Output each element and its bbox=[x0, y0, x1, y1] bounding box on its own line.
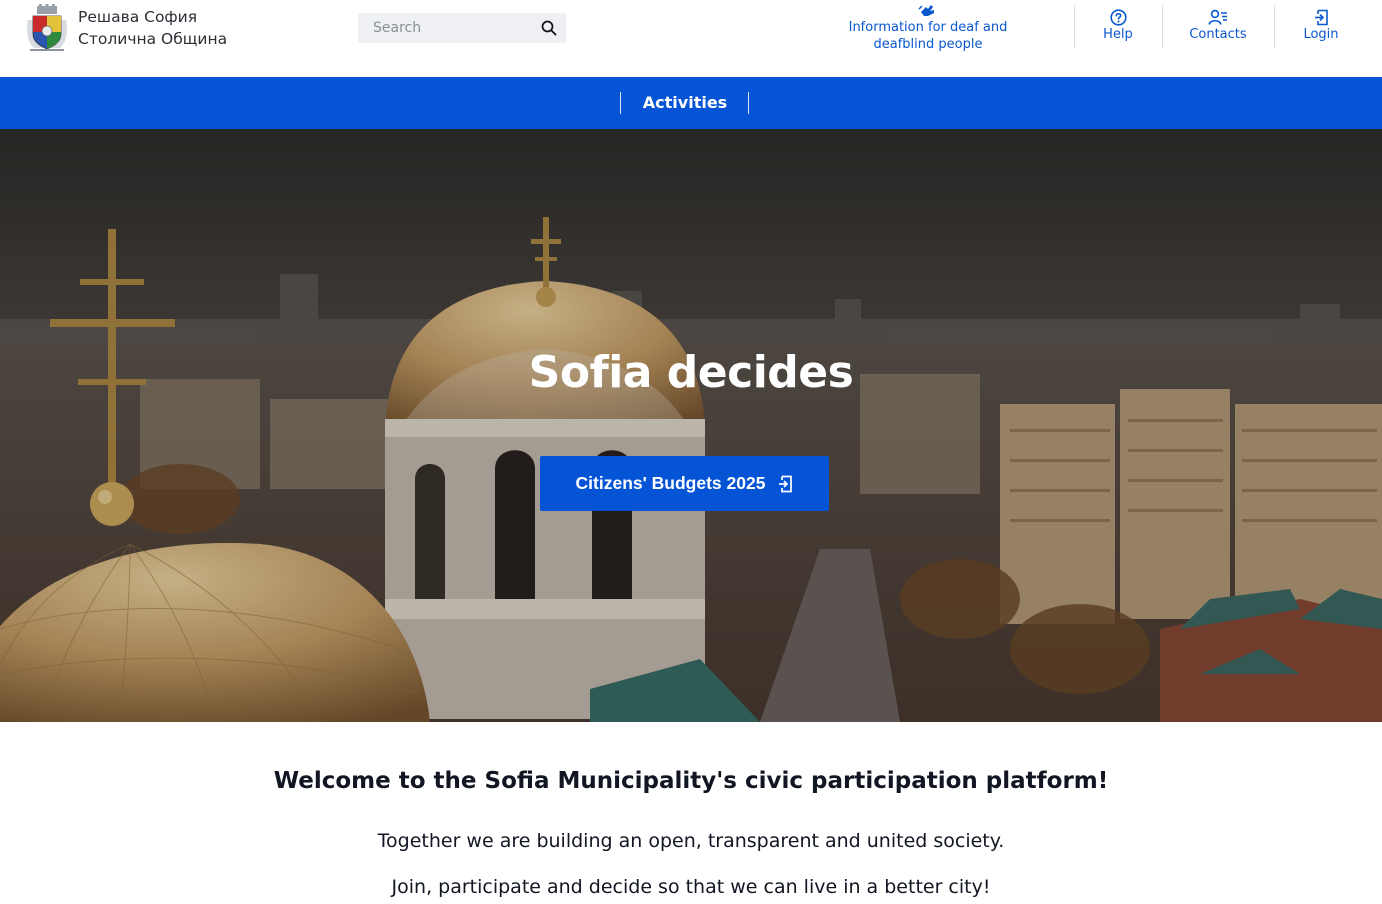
header-divider bbox=[1274, 5, 1275, 49]
nav-activities[interactable]: Activities bbox=[622, 92, 748, 114]
intro-line-2: Join, participate and decide so that we … bbox=[391, 876, 991, 898]
citizens-budgets-label: Citizens' Budgets 2025 bbox=[575, 473, 766, 493]
login-label: Login bbox=[1303, 27, 1339, 42]
hero-title: Sofia decides bbox=[528, 347, 854, 398]
contacts-link[interactable]: Contacts bbox=[1172, 4, 1264, 54]
logo-line-2: Столична Община bbox=[78, 30, 228, 48]
deaf-info-label: Information for deaf and deafblind peopl… bbox=[848, 20, 1008, 52]
nav-divider bbox=[620, 92, 621, 114]
login-icon bbox=[1315, 9, 1328, 26]
nav-divider bbox=[748, 92, 749, 114]
intro-line-1: Together we are building an open, transp… bbox=[377, 830, 1005, 852]
enter-icon bbox=[779, 475, 793, 492]
contacts-label: Contacts bbox=[1189, 27, 1247, 42]
main-nav-bar: Activities bbox=[0, 77, 1382, 129]
search-box bbox=[358, 13, 566, 43]
site-header: Решава София Столична Община Information… bbox=[0, 0, 1382, 77]
sign-language-icon bbox=[918, 5, 934, 16]
search-input[interactable] bbox=[358, 13, 543, 43]
hero-city-image bbox=[0, 129, 1382, 722]
hero-banner: Sofia decides Citizens' Budgets 2025 bbox=[0, 129, 1382, 722]
logo-text[interactable]: Решава София Столична Община bbox=[78, 6, 227, 50]
help-label: Help bbox=[1103, 27, 1133, 42]
contacts-icon bbox=[1208, 9, 1227, 25]
citizens-budgets-button[interactable]: Citizens' Budgets 2025 bbox=[540, 456, 829, 511]
help-link[interactable]: Help bbox=[1080, 4, 1156, 54]
help-icon bbox=[1109, 9, 1127, 26]
deaf-info-link[interactable]: Information for deaf and deafblind peopl… bbox=[818, 3, 1038, 53]
header-divider bbox=[1162, 5, 1163, 49]
logo-line-1: Решава София bbox=[78, 8, 198, 26]
search-icon[interactable] bbox=[540, 19, 558, 37]
welcome-heading: Welcome to the Sofia Municipality's civi… bbox=[273, 768, 1109, 794]
login-link[interactable]: Login bbox=[1284, 4, 1358, 54]
coat-of-arms-logo[interactable] bbox=[24, 4, 70, 54]
header-divider bbox=[1074, 5, 1075, 49]
